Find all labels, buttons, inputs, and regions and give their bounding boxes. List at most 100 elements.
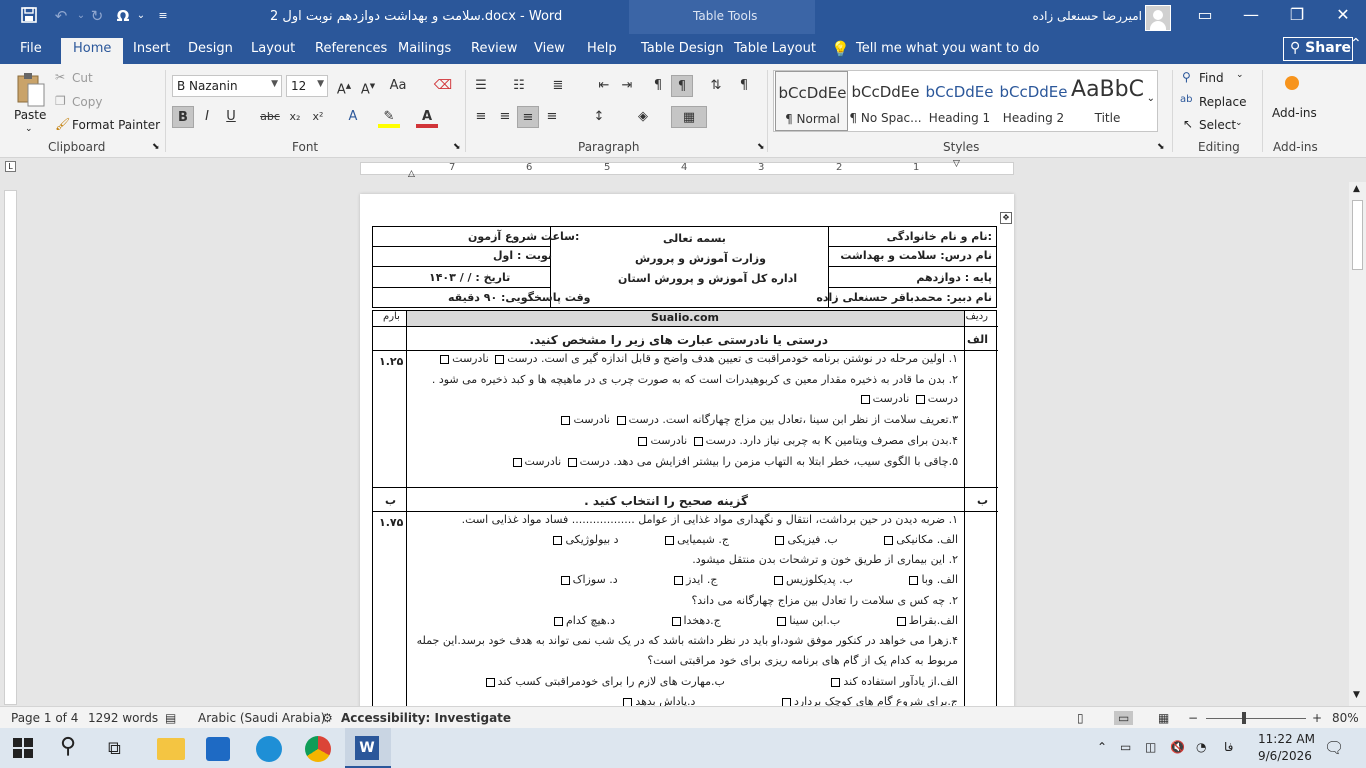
replace-button[interactable]: Replace — [1199, 95, 1246, 109]
zoom-slider[interactable] — [1206, 718, 1306, 719]
zoom-in-icon[interactable]: + — [1312, 711, 1322, 725]
tab-references[interactable]: References — [315, 41, 387, 56]
show-marks-icon[interactable]: ¶ — [733, 75, 755, 97]
numbering-icon[interactable]: ☷ — [508, 75, 530, 97]
highlight-icon[interactable]: ✎ — [378, 106, 400, 128]
print-layout-icon[interactable]: ▭ — [1114, 711, 1134, 725]
tab-layout[interactable]: Layout — [251, 41, 295, 56]
chevron-down-icon[interactable]: ⌄ — [1235, 118, 1243, 128]
chevron-down-icon[interactable]: ▼ — [271, 79, 278, 89]
scrollbar-thumb[interactable] — [1352, 200, 1363, 270]
option-checkbox[interactable] — [831, 677, 841, 687]
paste-button[interactable]: Paste — [14, 108, 46, 122]
style-normal[interactable]: bCcDdEe ¶ Normal — [775, 71, 848, 131]
chevron-down-icon[interactable]: ▼ — [317, 79, 324, 89]
tell-me-search[interactable]: Tell me what you want to do — [856, 41, 1039, 56]
ltr-icon[interactable]: ¶ — [647, 75, 669, 97]
format-painter-button[interactable]: Format Painter — [72, 118, 160, 132]
cut-button[interactable]: Cut — [72, 71, 93, 85]
avatar[interactable] — [1145, 5, 1171, 31]
option-checkbox[interactable] — [665, 535, 675, 545]
option-checkbox[interactable] — [773, 575, 783, 585]
strikethrough-icon[interactable]: abc — [259, 106, 281, 128]
addins-button[interactable]: Add-ins — [1272, 106, 1317, 120]
tab-view[interactable]: View — [534, 41, 565, 56]
checkbox-true[interactable] — [567, 457, 577, 467]
style-title[interactable]: AaBbC Title — [1071, 71, 1144, 131]
font-family-combo[interactable]: B Nazanin ▼ — [172, 75, 282, 97]
copy-button[interactable]: Copy — [72, 95, 102, 109]
ruler-bar[interactable]: 7 6 5 4 3 2 1 △ ▽ — [360, 159, 1014, 179]
option-checkbox[interactable] — [896, 616, 906, 626]
tab-table-design[interactable]: Table Design — [641, 41, 724, 56]
store-icon[interactable] — [206, 737, 230, 761]
user-name[interactable]: امیررضا حسنعلی زاده — [1032, 9, 1142, 23]
checkbox-true[interactable] — [495, 354, 505, 364]
zoom-out-icon[interactable]: − — [1188, 711, 1198, 725]
tab-mailings[interactable]: Mailings — [398, 41, 451, 56]
document-page[interactable]: ✥ نام و نام خانوادگی: نام درس: سلامت و ب… — [360, 194, 1014, 714]
collapse-ribbon-icon[interactable]: ⌃ — [1350, 36, 1362, 52]
tab-home[interactable]: Home — [61, 38, 124, 64]
maximize-icon[interactable]: ❐ — [1282, 5, 1312, 24]
task-view-icon[interactable]: ⧉ — [108, 738, 136, 766]
input-language[interactable]: فا — [1224, 740, 1233, 754]
option-checkbox[interactable] — [485, 677, 495, 687]
dialog-launcher-icon[interactable]: ⬊ — [1157, 142, 1165, 152]
checkbox-false[interactable] — [561, 415, 571, 425]
option-checkbox[interactable] — [775, 535, 785, 545]
accessibility-icon[interactable]: ⚙ — [322, 711, 333, 725]
tab-review[interactable]: Review — [471, 41, 517, 56]
option-checkbox[interactable] — [674, 575, 684, 585]
language-indicator[interactable]: Arabic (Saudi Arabia) — [198, 711, 325, 725]
checkbox-false[interactable] — [860, 394, 870, 404]
chevron-down-icon[interactable]: ⌄ — [130, 10, 152, 21]
vertical-scrollbar[interactable]: ▲ ▼ — [1349, 182, 1366, 706]
style-heading-1[interactable]: bCcDdEe Heading 1 — [923, 71, 996, 131]
redo-icon[interactable]: ↻ — [86, 7, 108, 25]
gallery-more-icon[interactable]: ⌄ — [1147, 93, 1155, 104]
bold-icon[interactable]: B — [172, 106, 194, 128]
checkbox-true[interactable] — [616, 415, 626, 425]
justify-icon[interactable]: ≡ — [541, 106, 563, 128]
underline-icon[interactable]: U — [220, 106, 242, 128]
meet-now-icon[interactable]: ◫ — [1145, 740, 1156, 754]
checkbox-true[interactable] — [915, 394, 925, 404]
checkbox-false[interactable] — [512, 457, 522, 467]
tab-design[interactable]: Design — [188, 41, 233, 56]
superscript-icon[interactable]: x² — [307, 106, 329, 128]
subscript-icon[interactable]: x₂ — [284, 106, 306, 128]
table-move-handle-icon[interactable]: ✥ — [1000, 212, 1012, 224]
share-button[interactable]: ⚲ Share — [1283, 37, 1353, 61]
indent-marker-icon[interactable]: ▽ — [953, 159, 960, 169]
tab-selector-icon[interactable]: L — [5, 161, 16, 172]
option-checkbox[interactable] — [554, 616, 563, 626]
rtl-icon[interactable]: ¶ — [671, 75, 693, 97]
style-no-spacing[interactable]: bCcDdEe ¶ No Spac... — [849, 71, 922, 131]
zoom-slider-thumb[interactable] — [1242, 712, 1246, 724]
borders-icon[interactable]: ▦ — [671, 106, 707, 128]
select-button[interactable]: Select — [1199, 118, 1236, 132]
decrease-indent-icon[interactable]: ⇤ — [593, 75, 615, 97]
battery-icon[interactable]: ▭ — [1120, 740, 1131, 754]
increase-indent-icon[interactable]: ⇥ — [616, 75, 638, 97]
edge-icon[interactable] — [256, 736, 282, 762]
tab-table-layout[interactable]: Table Layout — [734, 41, 816, 56]
windows-start-icon[interactable] — [12, 734, 40, 762]
option-checkbox[interactable] — [560, 575, 570, 585]
style-heading-2[interactable]: bCcDdEe Heading 2 — [997, 71, 1070, 131]
line-spacing-icon[interactable]: ↕ — [588, 106, 610, 128]
align-right-icon[interactable]: ≡ — [517, 106, 539, 128]
change-case-icon[interactable]: Aa — [387, 75, 409, 97]
scroll-down-icon[interactable]: ▼ — [1353, 690, 1360, 700]
page-count[interactable]: Page 1 of 4 — [11, 711, 78, 725]
tab-insert[interactable]: Insert — [133, 41, 170, 56]
tab-help[interactable]: Help — [587, 41, 617, 56]
scroll-up-icon[interactable]: ▲ — [1353, 184, 1360, 194]
ribbon-display-icon[interactable]: ▭ — [1190, 5, 1220, 24]
option-checkbox[interactable] — [553, 535, 563, 545]
clock-time[interactable]: 11:22 AM — [1258, 732, 1315, 746]
option-checkbox[interactable] — [884, 535, 894, 545]
clear-formatting-icon[interactable]: ⌫ — [432, 75, 454, 97]
italic-icon[interactable]: I — [196, 106, 218, 128]
